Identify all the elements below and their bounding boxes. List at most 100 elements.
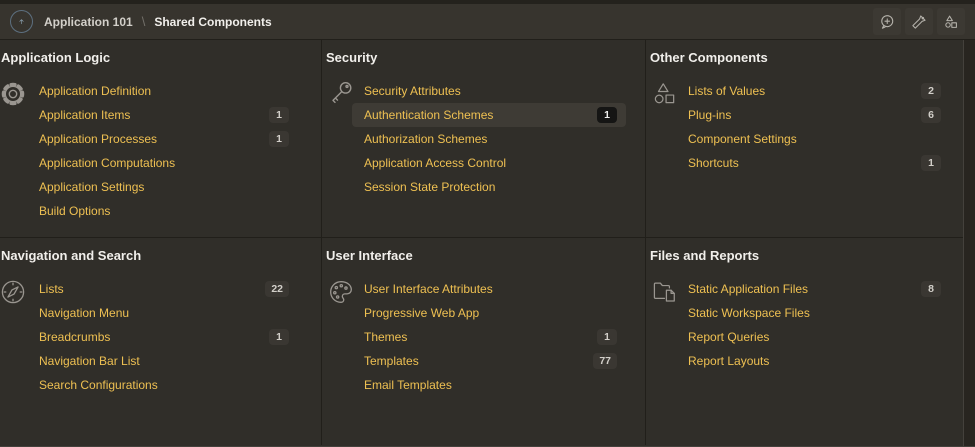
link-component-settings[interactable]: Component Settings	[676, 127, 950, 151]
arrow-up-icon	[17, 15, 26, 28]
panel-other-components: Other Components Lists of Values 2 Plug-in…	[646, 40, 963, 238]
panel-title: Files and Reports	[650, 248, 963, 264]
gear-icon	[1, 96, 28, 113]
link-static-workspace-files[interactable]: Static Workspace Files	[676, 301, 950, 325]
panel-files-and-reports: Files and Reports Static Application Fil…	[646, 238, 963, 445]
link-label: Navigation Bar List	[39, 354, 140, 368]
navigate-up-button[interactable]	[10, 10, 33, 33]
link-themes[interactable]: Themes 1	[352, 325, 626, 349]
spotlight-search-button[interactable]	[905, 8, 933, 35]
panel-links-other-components: Lists of Values 2 Plug-ins 6 Component Setti…	[688, 79, 950, 175]
link-label: Application Processes	[39, 132, 157, 146]
link-report-queries[interactable]: Report Queries	[676, 325, 950, 349]
link-label: Application Settings	[39, 180, 144, 194]
link-application-items[interactable]: Application Items 1	[27, 103, 298, 127]
count-badge: 1	[269, 329, 289, 345]
link-label: Component Settings	[688, 132, 797, 146]
link-label: Templates	[364, 354, 419, 368]
panel-links-security: Security Attributes Authentication Scheme…	[364, 79, 626, 199]
link-lists-of-values[interactable]: Lists of Values 2	[676, 79, 950, 103]
link-email-templates[interactable]: Email Templates	[352, 373, 626, 397]
link-label: Progressive Web App	[364, 306, 479, 320]
comment-plus-icon	[878, 13, 896, 31]
link-label: Application Access Control	[364, 156, 506, 170]
flashlight-icon	[910, 13, 928, 31]
link-application-computations[interactable]: Application Computations	[27, 151, 298, 175]
link-navigation-menu[interactable]: Navigation Menu	[27, 301, 298, 325]
link-authentication-schemes[interactable]: Authentication Schemes 1	[352, 103, 626, 127]
link-application-definition[interactable]: Application Definition	[27, 79, 298, 103]
breadcrumb-application[interactable]: Application 101	[44, 15, 133, 29]
link-authorization-schemes[interactable]: Authorization Schemes	[352, 127, 626, 151]
count-badge: 1	[269, 131, 289, 147]
link-label: Authentication Schemes	[364, 108, 493, 122]
shapes-small-icon	[942, 13, 960, 31]
breadcrumb-bar: Application 101 \ Shared Components	[0, 4, 975, 40]
count-badge: 6	[921, 107, 941, 123]
breadcrumb-current-page: Shared Components	[154, 15, 271, 29]
panel-links-navigation-and-search: Lists 22 Navigation Menu Breadcrumbs 1 Naviga…	[39, 277, 298, 397]
link-user-interface-attributes[interactable]: User Interface Attributes	[352, 277, 626, 301]
link-label: Application Items	[39, 108, 130, 122]
link-shortcuts[interactable]: Shortcuts1	[676, 151, 950, 175]
link-label: Report Queries	[688, 330, 769, 344]
link-lists[interactable]: Lists 22	[27, 277, 298, 301]
link-application-settings[interactable]: Application Settings	[27, 175, 298, 199]
link-report-layouts[interactable]: Report Layouts	[676, 349, 950, 373]
link-label: Themes	[364, 330, 407, 344]
link-label: Breadcrumbs	[39, 330, 110, 344]
link-label: Security Attributes	[364, 84, 461, 98]
count-badge: 2	[921, 83, 941, 99]
panel-navigation-and-search: Navigation and Search Lists 22 Navigation …	[0, 238, 322, 445]
panel-links-user-interface: User Interface Attributes Progressive Web…	[364, 277, 626, 397]
link-label: Application Computations	[39, 156, 175, 170]
link-label: Lists	[39, 282, 64, 296]
panel-title: Other Components	[650, 50, 963, 66]
link-label: Static Application Files	[688, 282, 808, 296]
panel-title: Application Logic	[1, 50, 321, 66]
link-label: Navigation Menu	[39, 306, 129, 320]
link-label: User Interface Attributes	[364, 282, 493, 296]
count-badge: 1	[597, 329, 617, 345]
link-application-processes[interactable]: Application Processes 1	[27, 127, 298, 151]
panels-grid: Application Logic Application Definition…	[0, 40, 963, 446]
link-breadcrumbs[interactable]: Breadcrumbs 1	[27, 325, 298, 349]
panel-links-application-logic: Application Definition Application Items 1…	[39, 79, 298, 223]
shared-components-content: Application Logic Application Definition…	[0, 40, 975, 446]
panel-title: Navigation and Search	[1, 248, 321, 264]
count-badge: 1	[597, 107, 617, 123]
link-templates[interactable]: Templates77	[352, 349, 626, 373]
shared-components-button[interactable]	[937, 8, 965, 35]
panel-title: User Interface	[326, 248, 645, 264]
link-label: Application Definition	[39, 84, 151, 98]
link-label: Session State Protection	[364, 180, 495, 194]
breadcrumb: Application 101 \ Shared Components	[44, 14, 272, 29]
link-label: Authorization Schemes	[364, 132, 487, 146]
compass-icon	[1, 294, 28, 311]
link-navigation-bar-list[interactable]: Navigation Bar List	[27, 349, 298, 373]
panel-links-files-and-reports: Static Application Files8Static Workspac…	[688, 277, 950, 373]
topbar-actions	[873, 8, 965, 35]
link-label: Search Configurations	[39, 378, 158, 392]
count-badge: 1	[269, 107, 289, 123]
link-static-application-files[interactable]: Static Application Files 8	[676, 277, 950, 301]
link-search-configurations[interactable]: Search Configurations	[27, 373, 298, 397]
feedback-button[interactable]	[873, 8, 901, 35]
count-badge: 8	[921, 281, 941, 297]
breadcrumb-separator: \	[142, 14, 146, 29]
link-label: Email Templates	[364, 378, 452, 392]
link-application-access-control[interactable]: Application Access Control	[352, 151, 626, 175]
link-build-options[interactable]: Build Options	[27, 199, 298, 223]
link-security-attributes[interactable]: Security Attributes	[352, 79, 626, 103]
link-session-state-protection[interactable]: Session State Protection	[352, 175, 626, 199]
count-badge: 1	[921, 155, 941, 171]
link-label: Lists of Values	[688, 84, 765, 98]
link-label: Plug-ins	[688, 108, 731, 122]
panel-application-logic: Application Logic Application Definition…	[0, 40, 322, 238]
panel-security: Security Security AttributesAuthenticati…	[322, 40, 646, 238]
count-badge: 22	[265, 281, 289, 297]
link-plug-ins[interactable]: Plug-ins 6	[676, 103, 950, 127]
link-label: Build Options	[39, 204, 110, 218]
right-gutter	[963, 40, 975, 446]
link-progressive-web-app[interactable]: Progressive Web App	[352, 301, 626, 325]
